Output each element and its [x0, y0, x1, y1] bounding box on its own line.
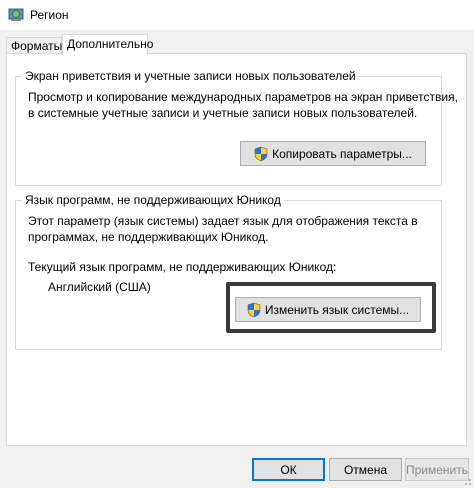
ok-button[interactable]: ОК — [252, 458, 325, 481]
current-language-label: Текущий язык программ, не поддерживающих… — [28, 260, 337, 274]
welcome-description-line2: в системные учетные записи и учетные зап… — [28, 106, 418, 120]
current-language-value: Английский (США) — [48, 280, 151, 294]
tab-formats[interactable]: Форматы — [6, 37, 62, 54]
copy-settings-label: Копировать параметры... — [272, 146, 412, 161]
copy-settings-button[interactable]: Копировать параметры... — [240, 141, 426, 166]
highlight-frame — [226, 282, 436, 333]
welcome-group-legend: Экран приветствия и учетные записи новых… — [22, 69, 359, 83]
non-unicode-description-line2: программах, не поддерживающих Юникод. — [28, 230, 269, 244]
uac-shield-icon — [254, 146, 268, 161]
window-title: Регион — [30, 8, 69, 22]
resize-grip-icon[interactable] — [462, 476, 472, 486]
title-bar: Регион — [0, 0, 474, 30]
tab-panel-advanced: Экран приветствия и учетные записи новых… — [6, 53, 467, 446]
non-unicode-group-legend: Язык программ, не поддерживающих Юникод — [22, 193, 284, 207]
region-globe-icon — [8, 8, 24, 21]
welcome-screen-group: Экран приветствия и учетные записи новых… — [15, 69, 458, 186]
welcome-description-line1: Просмотр и копирование международных пар… — [28, 90, 458, 104]
apply-button[interactable]: Применить — [405, 458, 469, 481]
cancel-button[interactable]: Отмена — [329, 458, 402, 481]
non-unicode-description-line1: Этот параметр (язык системы) задает язык… — [28, 214, 418, 228]
tab-advanced[interactable]: Дополнительно — [62, 34, 153, 55]
tab-strip: Форматы Дополнительно — [0, 30, 474, 55]
